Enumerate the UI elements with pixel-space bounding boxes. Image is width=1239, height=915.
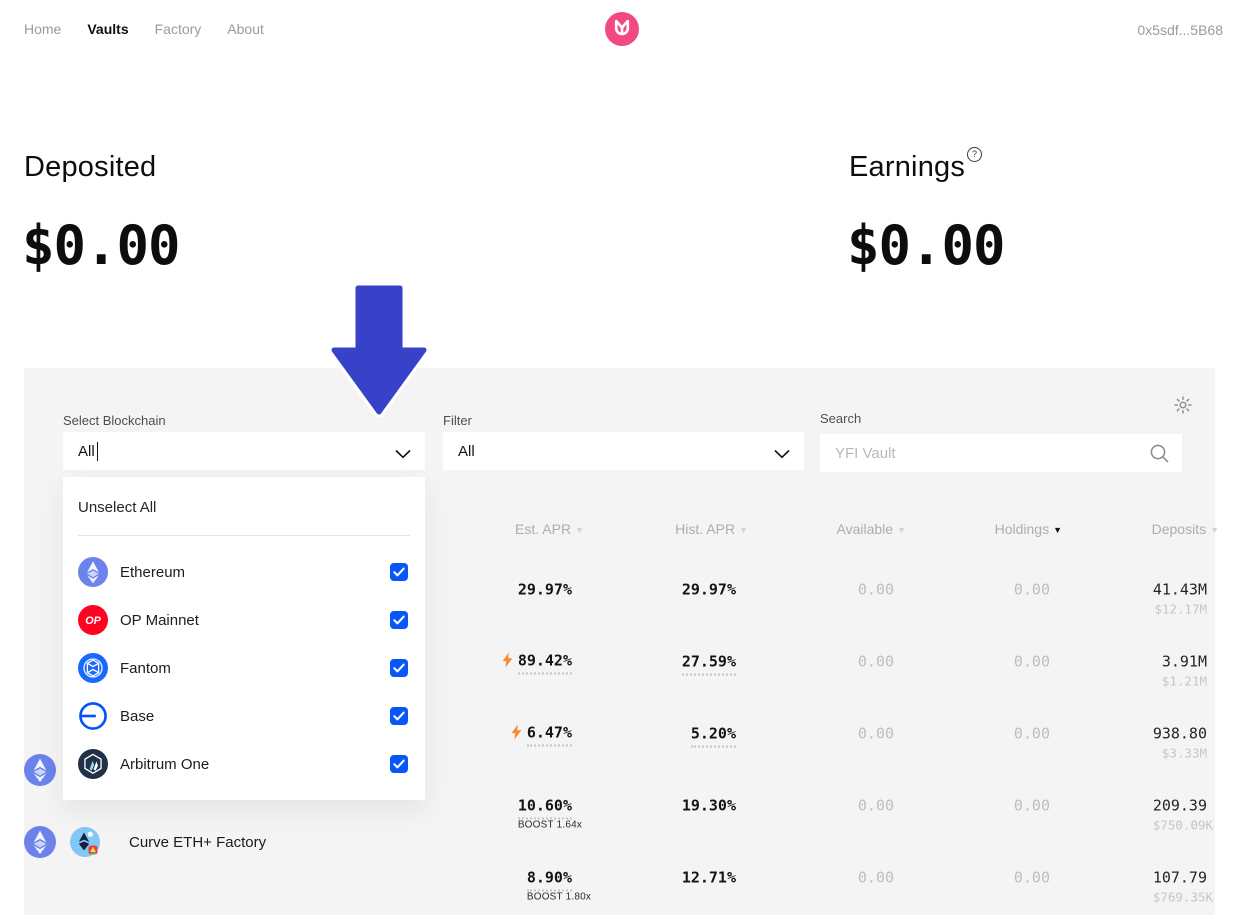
checkbox-checked[interactable] (390, 611, 408, 629)
filter-value: All (458, 443, 475, 460)
blockchain-dropdown-panel: Unselect All Ethereum OP OP Mainnet Fant… (63, 477, 425, 800)
nav-item-vaults[interactable]: Vaults (87, 21, 128, 37)
fantom-icon (78, 653, 108, 683)
select-blockchain-dropdown[interactable]: All (63, 432, 425, 470)
checkbox-checked[interactable] (390, 659, 408, 677)
hist-apr-cell: 27.59% (682, 653, 736, 672)
deposits-usd: $12.17M (1153, 602, 1207, 617)
checkbox-checked[interactable] (390, 563, 408, 581)
sort-caret-icon[interactable]: ▼ (897, 525, 906, 535)
top-nav: Home Vaults Factory About 0x5sdf...5B68 (0, 0, 1239, 60)
hist-apr-cell: 12.71% (682, 869, 736, 888)
deposits-cell: 209.39 $750.09K (1153, 797, 1207, 816)
nav-item-about[interactable]: About (227, 21, 264, 37)
chain-option-op-mainnet[interactable]: OP OP Mainnet (63, 596, 425, 644)
text-caret (97, 442, 99, 461)
hist-apr-cell: 5.20% (691, 725, 736, 744)
filter-label: Filter (443, 413, 472, 428)
available-cell: 0.00 (858, 725, 894, 744)
available-cell: 0.00 (858, 653, 894, 672)
search-icon[interactable] (1149, 443, 1170, 469)
wallet-address[interactable]: 0x5sdf...5B68 (1137, 22, 1223, 38)
sort-caret-icon[interactable]: ▼ (739, 525, 748, 535)
sort-caret-icon[interactable]: ▼ (1210, 525, 1219, 535)
deposits-cell: 3.91M $1.21M (1162, 653, 1207, 672)
chain-list: Ethereum OP OP Mainnet Fantom Base Arbit… (63, 548, 425, 788)
est-apr-cell: 6.47% (511, 724, 572, 745)
est-apr-cell: 10.60% BOOST 1.64x (518, 797, 572, 816)
earnings-title: Earnings? (849, 151, 980, 184)
available-cell: 0.00 (858, 869, 894, 888)
checkbox-checked[interactable] (390, 755, 408, 773)
base-icon (78, 701, 108, 731)
divider (78, 535, 410, 536)
vault-name: Curve ETH+ Factory (129, 834, 266, 851)
column-header-available[interactable]: Available▼ (837, 521, 906, 537)
deposits-cell: 41.43M $12.17M (1153, 581, 1207, 600)
search-label: Search (820, 411, 861, 426)
ethereum-icon (78, 557, 108, 587)
help-question-icon[interactable]: ? (967, 147, 982, 162)
sort-caret-icon[interactable]: ▼ (575, 525, 584, 535)
sort-caret-icon[interactable]: ▼ (1053, 525, 1062, 535)
select-blockchain-value: All (78, 443, 95, 460)
column-header-est-apr[interactable]: Est. APR▼ (515, 521, 584, 537)
holdings-cell: 0.00 (1014, 869, 1050, 888)
down-arrow-annotation-icon (330, 284, 428, 423)
est-apr-cell: 89.42% (502, 652, 572, 673)
search-placeholder: YFI Vault (835, 445, 896, 462)
checkbox-checked[interactable] (390, 707, 408, 725)
boost-label: BOOST 1.80x (527, 892, 572, 903)
ethereum-icon (24, 754, 56, 786)
op-icon: OP (78, 605, 108, 635)
chevron-down-icon[interactable] (774, 446, 790, 464)
filter-dropdown[interactable]: All (443, 432, 804, 470)
chain-option-ethereum[interactable]: Ethereum (63, 548, 425, 596)
column-header-hist-apr[interactable]: Hist. APR▼ (675, 521, 748, 537)
arbitrum-icon (78, 749, 108, 779)
ethplus-token-icon (69, 826, 101, 858)
hist-apr-cell: 19.30% (682, 797, 736, 816)
settings-gear-icon[interactable] (1174, 396, 1192, 414)
earnings-value: $0.00 (847, 214, 1005, 277)
est-apr-cell: 8.90% BOOST 1.80x (527, 869, 572, 888)
column-header-deposits[interactable]: Deposits▼ (1152, 521, 1219, 537)
boost-bolt-icon (511, 725, 522, 745)
chain-option-base[interactable]: Base (63, 692, 425, 740)
nav-item-home[interactable]: Home (24, 21, 61, 37)
vaults-page: Home Vaults Factory About 0x5sdf...5B68 Dep… (0, 0, 1239, 915)
chevron-down-icon[interactable] (395, 446, 411, 464)
vault-row[interactable]: Curve ETH+ Factory 8.90% BOOST 1.80x 12.… (24, 842, 1215, 914)
deposited-title: Deposited (24, 151, 156, 184)
deposited-value: $0.00 (22, 214, 180, 277)
chain-option-arbitrum-one[interactable]: Arbitrum One (63, 740, 425, 788)
search-input[interactable]: YFI Vault (820, 434, 1182, 472)
svg-text:OP: OP (85, 615, 101, 627)
unselect-all-button[interactable]: Unselect All (78, 499, 156, 516)
holdings-cell: 0.00 (1014, 581, 1050, 600)
yearn-logo-icon[interactable] (605, 12, 639, 46)
available-cell: 0.00 (858, 581, 894, 600)
holdings-cell: 0.00 (1014, 797, 1050, 816)
chain-option-fantom[interactable]: Fantom (63, 644, 425, 692)
deposits-cell: 938.80 $3.33M (1153, 725, 1207, 744)
ethereum-icon (24, 826, 56, 858)
select-blockchain-label: Select Blockchain (63, 413, 166, 428)
est-apr-cell: 29.97% (518, 581, 572, 600)
nav-links: Home Vaults Factory About (24, 21, 264, 37)
holdings-cell: 0.00 (1014, 653, 1050, 672)
available-cell: 0.00 (858, 797, 894, 816)
column-header-holdings[interactable]: Holdings▼ (995, 521, 1062, 537)
deposits-usd: $769.35K (1153, 890, 1207, 905)
hist-apr-cell: 29.97% (682, 581, 736, 600)
holdings-cell: 0.00 (1014, 725, 1050, 744)
boost-bolt-icon (502, 653, 513, 673)
nav-item-factory[interactable]: Factory (155, 21, 202, 37)
deposits-usd: $1.21M (1162, 674, 1207, 689)
deposits-cell: 107.79 $769.35K (1153, 869, 1207, 888)
